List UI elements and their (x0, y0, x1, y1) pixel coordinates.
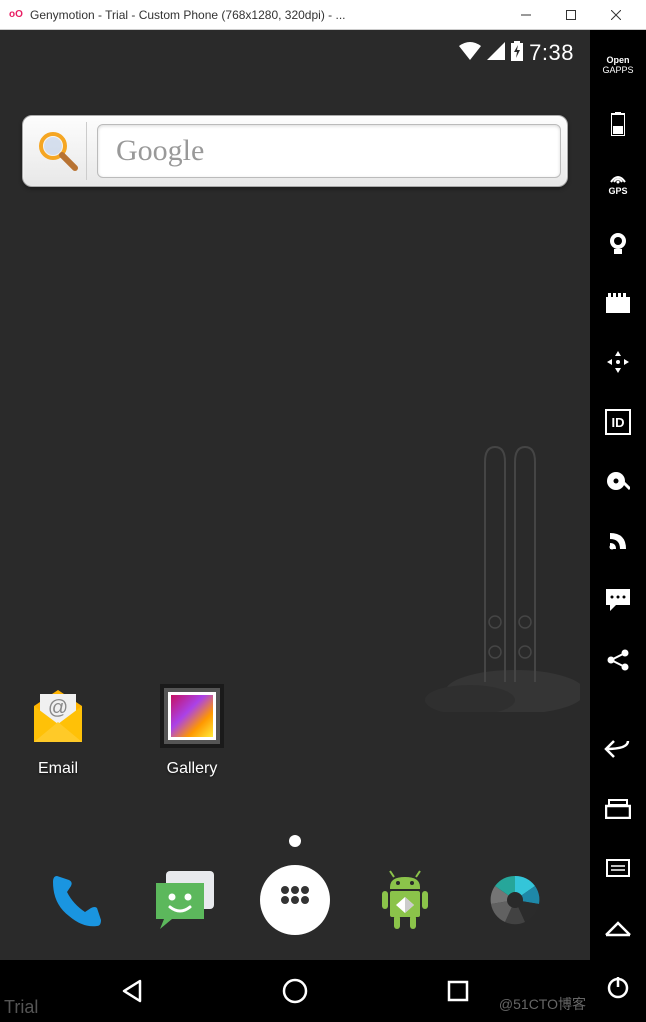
device-screen[interactable]: 7:38 Google (0, 30, 590, 1022)
email-app[interactable]: @ Email (22, 680, 94, 778)
camera-tool[interactable] (600, 229, 636, 259)
identifiers-tool[interactable]: ID (600, 407, 636, 437)
trial-watermark: Trial (4, 997, 38, 1018)
nav-home-button[interactable] (275, 971, 315, 1011)
disk-io-tool[interactable] (600, 467, 636, 497)
phone-app[interactable] (40, 865, 110, 935)
minimize-button[interactable] (503, 0, 548, 30)
battery-tool[interactable] (600, 110, 636, 140)
search-input[interactable]: Google (97, 124, 561, 178)
android-recent-button[interactable] (600, 794, 636, 824)
android-home-button[interactable] (600, 913, 636, 943)
page-indicator (289, 835, 301, 847)
screen-recorder-tool[interactable] (600, 288, 636, 318)
email-label: Email (38, 760, 78, 778)
dock (0, 850, 590, 950)
nav-back-button[interactable] (112, 971, 152, 1011)
move-tool[interactable] (600, 348, 636, 378)
cto-watermark: @51CTO博客 (499, 994, 586, 1014)
search-placeholder: Google (116, 134, 204, 168)
gps-tool[interactable]: GPS (600, 169, 636, 199)
maximize-button[interactable] (548, 0, 593, 30)
svg-text:@: @ (48, 697, 68, 719)
wallpaper-decoration (420, 442, 580, 712)
google-search-widget[interactable]: Google (22, 115, 568, 187)
share-tool[interactable] (600, 645, 636, 675)
app-icon: oO (8, 7, 24, 23)
clock: 7:38 (529, 40, 574, 66)
nav-recent-button[interactable] (438, 971, 478, 1011)
camera-app[interactable] (480, 865, 550, 935)
android-menu-button[interactable] (600, 854, 636, 884)
close-button[interactable] (593, 0, 638, 30)
svg-text:ID: ID (612, 415, 625, 430)
window-titlebar: oO Genymotion - Trial - Custom Phone (76… (0, 0, 646, 30)
android-back-button[interactable] (600, 735, 636, 765)
search-icon[interactable] (29, 122, 87, 180)
gallery-label: Gallery (167, 760, 218, 778)
open-gapps-button[interactable]: Open GAPPS (600, 50, 636, 80)
window-title: Genymotion - Trial - Custom Phone (768x1… (30, 8, 503, 22)
gallery-app[interactable]: Gallery (156, 680, 228, 778)
messages-app[interactable] (150, 865, 220, 935)
gallery-icon (156, 680, 228, 752)
power-button[interactable] (600, 973, 636, 1003)
emulator-viewport: 7:38 Google (0, 30, 646, 1022)
genymotion-toolbar: Open GAPPS GPS ID (590, 30, 646, 1022)
wifi-icon (459, 42, 481, 65)
network-tool[interactable] (600, 526, 636, 556)
android-status-bar[interactable]: 7:38 (451, 35, 582, 71)
all-apps-icon (260, 865, 330, 935)
email-icon: @ (22, 680, 94, 752)
all-apps-button[interactable] (260, 865, 330, 935)
sms-tool[interactable] (600, 586, 636, 616)
battery-charging-icon (511, 41, 523, 66)
cell-signal-icon (487, 42, 505, 65)
android-app[interactable] (370, 865, 440, 935)
